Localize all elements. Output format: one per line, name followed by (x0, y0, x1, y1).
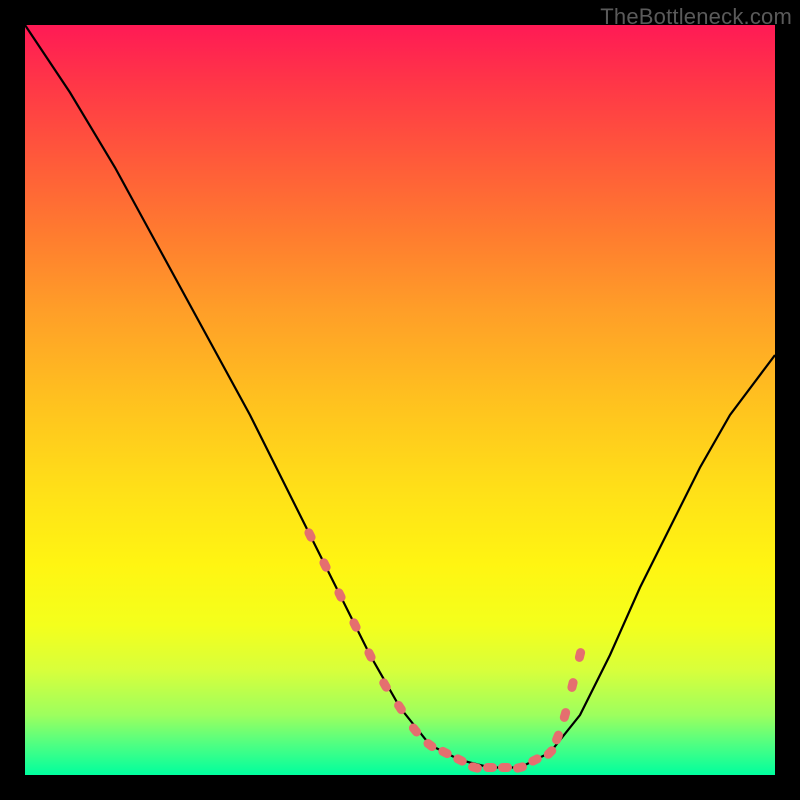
marker-dot (512, 761, 528, 773)
marker-dot (551, 729, 565, 745)
marker-dot (303, 527, 317, 544)
marker-dot (422, 737, 439, 753)
marker-dot (566, 677, 578, 693)
chart-frame (25, 25, 775, 775)
marker-dot (318, 557, 332, 574)
marker-dot (348, 617, 362, 634)
marker-dot (574, 647, 586, 663)
marker-group (303, 527, 586, 774)
marker-dot (452, 753, 469, 767)
marker-dot (363, 647, 377, 664)
marker-dot (483, 763, 497, 772)
watermark-text: TheBottleneck.com (600, 4, 792, 30)
marker-dot (498, 763, 512, 772)
marker-dot (407, 722, 423, 739)
bottleneck-curve-svg (25, 25, 775, 775)
curve-path (25, 25, 775, 768)
marker-dot (333, 587, 347, 604)
marker-dot (527, 753, 544, 767)
marker-dot (559, 707, 571, 723)
marker-dot (437, 745, 454, 759)
